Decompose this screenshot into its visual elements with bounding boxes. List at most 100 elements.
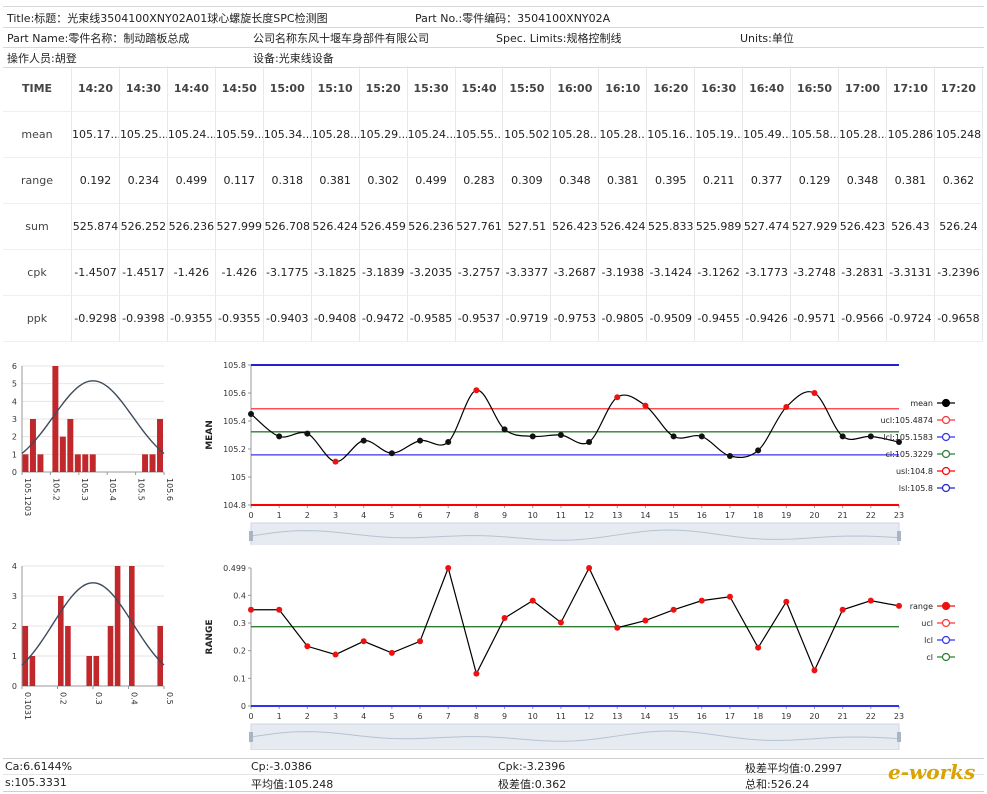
series-line	[251, 566, 900, 676]
table-cell: 0.192	[71, 157, 120, 204]
time-row: TIME 14:20 14:30 14:40 14:50 15:00 15:10 15:20 1…	[3, 66, 984, 112]
stats-table: TIME 14:20 14:30 14:40 14:50 15:00 15:10 15:20 1…	[3, 66, 984, 342]
normal-curve	[21, 582, 165, 666]
y-tick-label: 4	[12, 562, 17, 571]
data-point	[867, 433, 874, 440]
time-header: 15:10	[311, 66, 360, 112]
table-cell: 105.16...	[646, 111, 696, 158]
row-label: range	[3, 157, 72, 204]
y-tick-label: 0.3	[233, 619, 246, 628]
table-row: sum 525.874 526.252 526.236 527.999 526.708 52…	[3, 203, 984, 250]
table-cell: 527.474	[742, 203, 792, 250]
data-point	[698, 433, 705, 440]
legend-label: lsl:105.8	[899, 484, 933, 493]
x-tick-label: 4	[361, 511, 366, 520]
table-cell: -3.2831	[838, 249, 887, 296]
data-point	[388, 450, 395, 457]
x-tick-label: 4	[361, 712, 366, 721]
row-label: TIME	[3, 66, 72, 112]
x-tick-label: 18	[753, 511, 763, 520]
table-cell: 526.424	[311, 203, 360, 250]
x-tick-label: 2	[305, 712, 310, 721]
table-cell: 525.874	[71, 203, 120, 250]
operator: 操作人员:胡登	[7, 52, 77, 65]
y-tick-label: 2	[12, 622, 17, 631]
x-tick-label: 5	[389, 712, 394, 721]
y-tick-label: 1	[12, 450, 17, 459]
x-tick-label: 1	[277, 511, 282, 520]
table-cell: 0.348	[550, 157, 600, 204]
x-tick-label: 105.2	[51, 478, 60, 501]
table-cell: 525.833	[646, 203, 696, 250]
x-tick-label: 9	[502, 712, 507, 721]
x-tick-label: 0.1031	[23, 692, 32, 720]
time-header: 16:00	[550, 66, 600, 112]
table-cell: -0.9724	[886, 295, 935, 342]
footer-row-1: Ca:6.6144% Cp:-3.0386 Cpk:-3.2396 极差平均值:…	[3, 758, 984, 775]
x-tick-label: 12	[584, 712, 594, 721]
table-cell: 527.929	[790, 203, 839, 250]
table-cell: 105.502	[502, 111, 552, 158]
table-cell: 105.59...	[215, 111, 264, 158]
y-tick-label: 1	[12, 652, 17, 661]
y-tick-label: 105.8	[223, 361, 246, 370]
table-cell: 526.43	[886, 203, 935, 250]
table-cell: -0.9537	[455, 295, 504, 342]
table-cell: -3.1938	[598, 249, 648, 296]
data-point	[557, 619, 564, 626]
table-cell: -0.9571	[790, 295, 839, 342]
table-cell: 526.236	[167, 203, 216, 250]
legend-marker	[941, 449, 951, 459]
table-cell: -3.2035	[407, 249, 456, 296]
table-cell: 526.252	[119, 203, 168, 250]
table-cell: -0.9355	[167, 295, 216, 342]
x-tick-label: 0.4	[130, 692, 139, 705]
row-label: cpk	[3, 249, 72, 296]
x-tick-label: 20	[809, 511, 819, 520]
x-tick-label: 0.5	[165, 692, 174, 705]
x-tick-label: 7	[446, 712, 451, 721]
y-tick-label: 105.6	[223, 389, 246, 398]
table-cell: -0.9509	[646, 295, 696, 342]
x-tick-label: 105.5	[137, 478, 146, 501]
legend-marker	[941, 466, 951, 476]
x-tick-label: 8	[474, 511, 479, 520]
legend-label: range	[910, 602, 933, 611]
time-header: 14:40	[167, 66, 216, 112]
data-point	[642, 402, 649, 409]
units: Units:单位	[740, 32, 794, 45]
x-tick-label: 0	[248, 712, 253, 721]
table-cell: -3.1825	[311, 249, 360, 296]
zoom-slider-track	[250, 723, 900, 750]
histogram-bar	[65, 626, 71, 686]
table-cell: -0.9403	[263, 295, 312, 342]
table-cell: 527.999	[215, 203, 264, 250]
legend-label: ucl:105.4874	[880, 416, 933, 425]
data-point	[501, 426, 508, 433]
zoom-handle-left	[249, 531, 253, 541]
data-point	[586, 565, 593, 571]
histogram-bar	[157, 626, 163, 686]
legend-marker	[941, 398, 951, 408]
table-cell: -3.1262	[694, 249, 744, 296]
table-cell: -3.2396	[934, 249, 984, 296]
histogram-bar	[89, 454, 96, 472]
x-tick-label: 6	[417, 511, 422, 520]
time-header: 14:30	[119, 66, 168, 112]
table-cell: -3.1424	[646, 249, 696, 296]
data-point	[473, 387, 480, 394]
data-point	[360, 437, 367, 444]
x-tick-label: 10	[528, 511, 538, 520]
table-cell: -0.9753	[550, 295, 600, 342]
e-works-logo: e-works	[888, 760, 976, 784]
table-cell: 0.117	[215, 157, 264, 204]
legend-label: lcl:105.1583	[883, 433, 933, 442]
table-cell: -0.9585	[407, 295, 456, 342]
table-cell: -0.9408	[311, 295, 360, 342]
data-point	[867, 597, 874, 604]
x-tick-label: 1	[277, 712, 282, 721]
data-point	[473, 670, 480, 677]
table-cell: -3.1839	[359, 249, 408, 296]
table-row: cpk -1.4507 -1.4517 -1.426 -1.426 -3.1775 -3.1…	[3, 249, 984, 296]
table-cell: -3.1775	[263, 249, 312, 296]
